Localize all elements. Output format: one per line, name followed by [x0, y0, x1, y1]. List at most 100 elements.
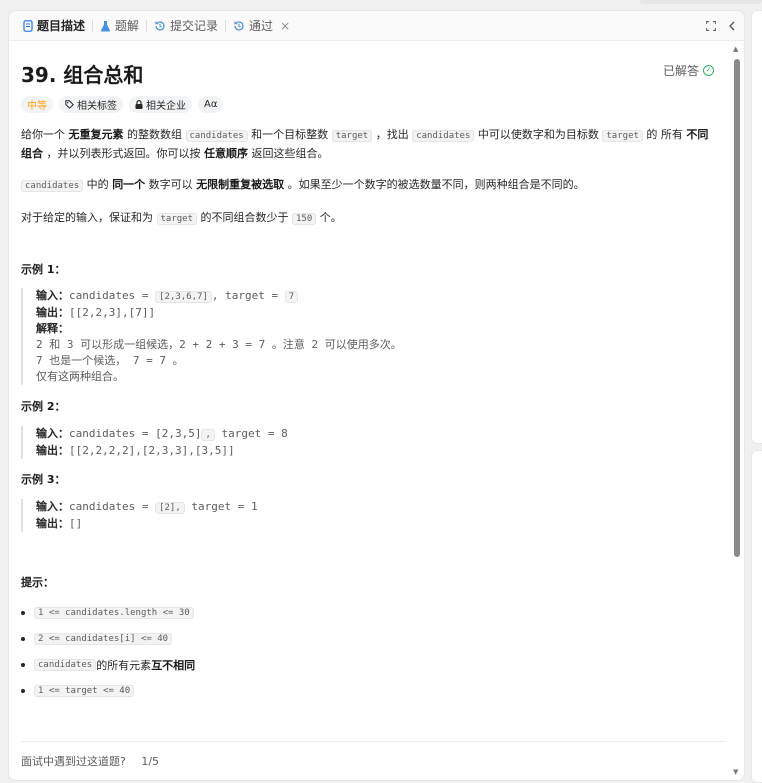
tab-submissions[interactable]: 提交记录: [150, 11, 222, 41]
inline-code: candidates: [412, 130, 475, 142]
interview-feedback[interactable]: 面试中遇到过这道题? 1/5: [21, 753, 159, 769]
interview-count: 1/5: [141, 755, 160, 768]
emphasis: 无重复元素: [68, 128, 124, 141]
history-icon: [155, 20, 165, 31]
code-panel-edge[interactable]: [751, 10, 762, 444]
text: target = 1: [184, 500, 258, 513]
title-row: 39. 组合总和 已解答 ✓: [21, 41, 718, 87]
constraint-item: 1 <= target <= 40: [21, 678, 195, 704]
text: 中的: [83, 178, 113, 191]
page-title: 39. 组合总和: [21, 63, 144, 87]
inline-code: 1 <= candidates.length <= 30: [34, 607, 194, 619]
tab-solutions[interactable]: 题解: [96, 11, 143, 41]
inline-code: candidates: [34, 659, 97, 671]
scrollbar-thumb[interactable]: [734, 59, 740, 557]
text: 的所有元素: [96, 659, 152, 672]
inline-code: 1 <= target <= 40: [34, 685, 135, 697]
text: 个。: [316, 211, 342, 224]
example-output: 输出：[]: [36, 516, 258, 532]
text: candidates = [2,3,5]: [69, 427, 202, 440]
label: 输出：: [36, 444, 69, 457]
testcase-panel-edge[interactable]: [751, 450, 762, 783]
example-title: 示例 1：: [21, 263, 66, 276]
text: 中可以使数字和为目标数: [474, 128, 603, 141]
scroll-down-arrow-icon[interactable]: ▼: [733, 768, 738, 776]
text: 数字可以: [145, 178, 197, 191]
top-edge: [640, 0, 762, 4]
right-panel-edge: [749, 10, 762, 783]
tag-row: 中等 相关标签 相关企业 Aα: [21, 96, 718, 113]
tab-label: 提交记录: [170, 19, 219, 33]
text: 返回这些组合。: [248, 147, 329, 160]
text: ，找出: [372, 128, 413, 141]
inline-code: candidates: [21, 180, 84, 192]
text: , target =: [211, 289, 285, 302]
description-paragraph: 对于给定的输入，保证和为 target 的不同组合数少于 150 个。: [21, 209, 718, 228]
inline-code: 7: [284, 291, 299, 303]
constraints-list: 1 <= candidates.length <= 30 2 <= candid…: [21, 600, 195, 704]
label: 输入：: [36, 500, 69, 513]
tab-description[interactable]: 题目描述: [19, 11, 89, 41]
example-explain-label: 解释：: [36, 321, 402, 337]
tab-divider: [92, 19, 94, 32]
text: [[2,2,2,2],[2,3,3],[3,5]]: [69, 444, 235, 457]
vertical-scrollbar[interactable]: ▲ ▼: [730, 41, 744, 780]
inline-code: ,: [201, 429, 215, 441]
close-icon[interactable]: ×: [280, 19, 290, 33]
related-companies-button[interactable]: 相关企业: [129, 96, 192, 113]
font-size-button[interactable]: Aα: [198, 96, 224, 113]
tab-accepted[interactable]: 通过 ×: [229, 11, 294, 41]
flask-icon: [100, 20, 111, 31]
constraint-item: 2 <= candidates[i] <= 40: [21, 626, 195, 652]
history-icon: [234, 20, 244, 31]
example-title: 示例 3：: [21, 473, 66, 486]
emphasis: 任意顺序: [204, 147, 248, 160]
example-title: 示例 2：: [21, 400, 66, 413]
text: 的整数数组: [123, 128, 186, 141]
example-input: 输入：candidates = [2,3,6,7], target = 7: [36, 288, 402, 305]
related-tags-button[interactable]: 相关标签: [59, 96, 123, 113]
text: 和一个目标整数: [247, 128, 332, 141]
inline-code: target: [156, 213, 198, 225]
difficulty-badge[interactable]: 中等: [21, 96, 53, 113]
interview-question: 面试中遇到过这道题?: [21, 755, 126, 768]
description-icon: [23, 19, 33, 32]
fullscreen-icon[interactable]: [706, 21, 716, 31]
tab-label: 题目描述: [37, 19, 86, 33]
example-block: 输入：candidates = [2,3,5], target = 8 输出：[…: [21, 426, 288, 459]
example-input: 输入：candidates = [2,3,5], target = 8: [36, 426, 288, 443]
text: candidates =: [69, 289, 156, 302]
chevron-left-icon[interactable]: [728, 21, 736, 31]
tag-icon: [65, 100, 74, 109]
label: 输入：: [36, 289, 69, 302]
problem-description: 给你一个 无重复元素 的整数数组 candidates 和一个目标整数 targ…: [21, 126, 718, 228]
example-output: 输出：[[2,2,2,2],[2,3,3],[3,5]]: [36, 443, 288, 459]
tab-label: 通过: [249, 19, 274, 33]
lock-icon: [135, 100, 143, 109]
text: 的 所有: [642, 128, 687, 141]
text: ，并以列表形式返回。你可以按: [43, 147, 204, 160]
label: 输入：: [36, 427, 69, 440]
inline-code: candidates: [185, 130, 248, 142]
tag-label: 相关企业: [146, 101, 186, 112]
scroll-up-arrow-icon[interactable]: ▲: [733, 45, 738, 53]
label: 输出：: [36, 306, 69, 319]
example-output: 输出：[[2,2,3],[7]]: [36, 305, 402, 321]
solved-label: 已解答: [662, 64, 699, 78]
constraint-item: candidates 的所有元素 互不相同: [21, 652, 195, 678]
inline-code: [2,3,6,7]: [155, 291, 212, 303]
example-explain-line: 仅有这两种组合。: [36, 370, 124, 383]
emphasis: 同一个: [112, 178, 146, 191]
example-explain-line: 7 也是一个候选， 7 = 7 。: [36, 354, 184, 367]
constraint-item: 1 <= candidates.length <= 30: [21, 600, 195, 626]
tab-bar: 题目描述 题解 提交记录 通过 ×: [9, 11, 744, 41]
tab-actions: [706, 11, 736, 41]
inline-code: [2],: [155, 502, 185, 514]
label: 解释：: [36, 322, 69, 335]
tab-label: 题解: [115, 19, 140, 33]
constraints-title: 提示：: [21, 576, 54, 589]
text: 对于给定的输入，保证和为: [21, 211, 157, 224]
text: candidates =: [69, 500, 156, 513]
example-explain-line: 2 和 3 可以形成一组候选，2 + 2 + 3 = 7 。注意 2 可以使用多…: [36, 338, 402, 351]
solved-status: 已解答 ✓: [663, 62, 714, 79]
